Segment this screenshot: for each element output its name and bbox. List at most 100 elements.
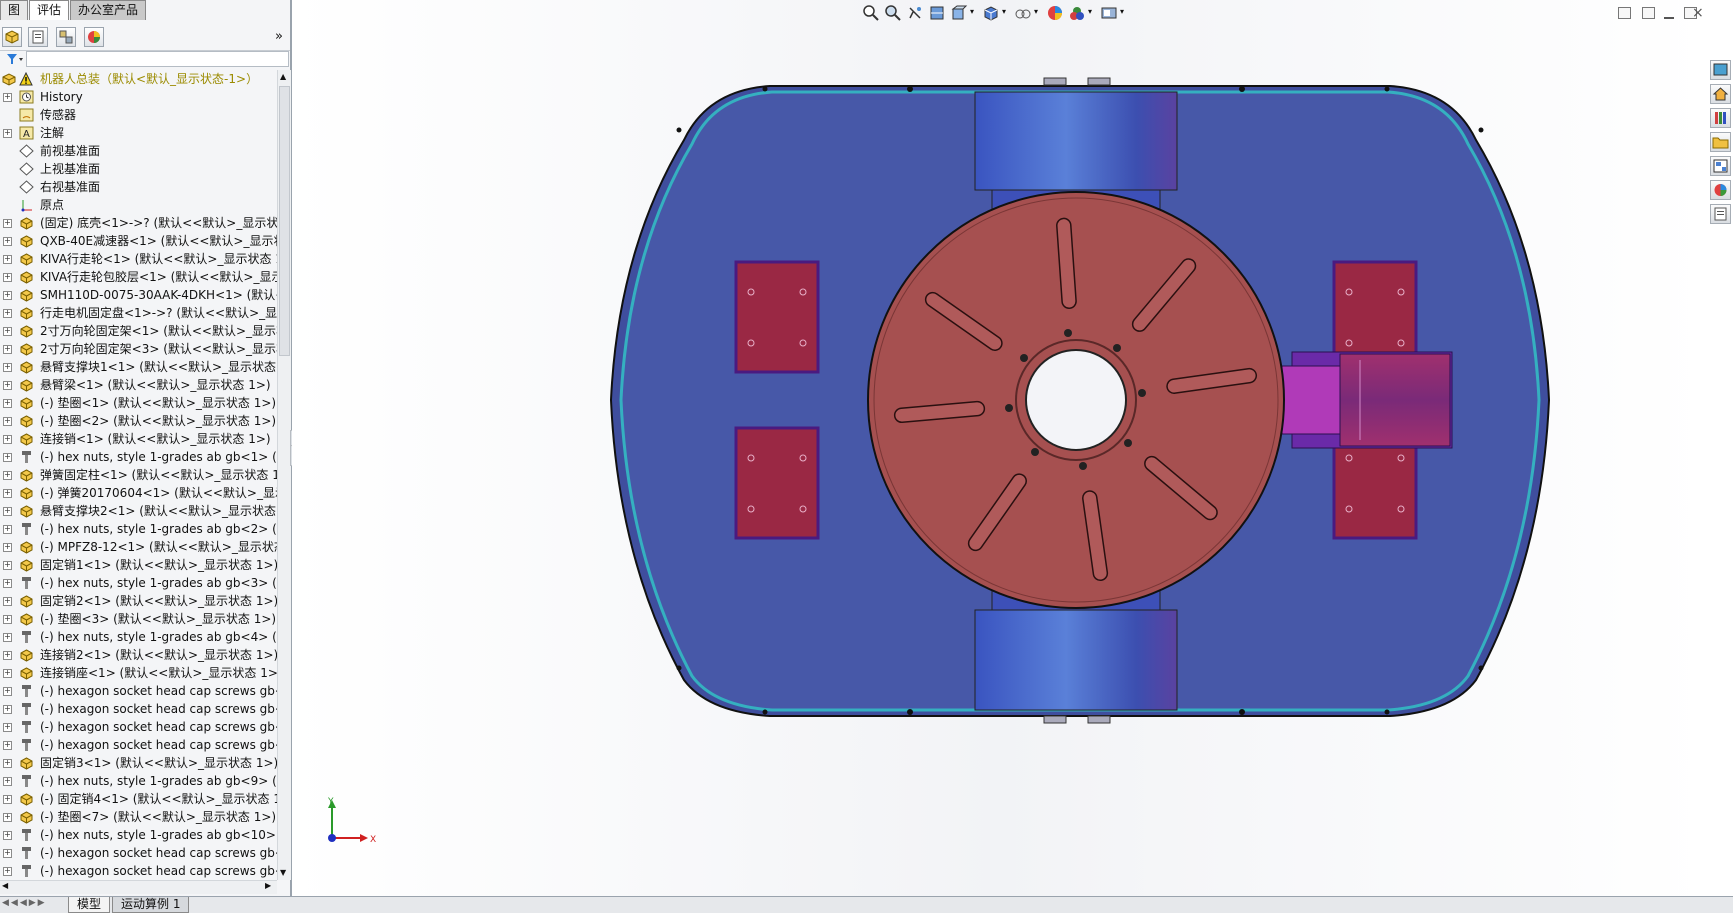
expand-toggle-icon[interactable]: +	[3, 867, 12, 876]
expand-toggle-icon[interactable]: +	[3, 219, 12, 228]
expand-toggle-icon[interactable]: +	[3, 561, 12, 570]
expand-toggle-icon[interactable]: +	[3, 831, 12, 840]
expand-toggle-icon[interactable]: +	[3, 543, 12, 552]
filter-icon[interactable]	[6, 53, 24, 65]
tree-item[interactable]: 传感器	[0, 106, 277, 124]
viewport-tile-icon[interactable]	[1642, 7, 1655, 19]
tree-item[interactable]: + 连接销2<1> (默认<<默认>_显示状态 1>)	[0, 646, 277, 664]
close-icon[interactable]: ×	[1692, 5, 1704, 21]
tree-item[interactable]: +2寸万向轮固定架<1> (默认<<默认>_显示状	[0, 322, 277, 340]
apply-scene-icon[interactable]	[1068, 4, 1086, 22]
minimize-icon[interactable]	[1664, 17, 1674, 19]
expand-toggle-icon[interactable]: +	[3, 633, 12, 642]
task-pane-custom-properties[interactable]	[1710, 204, 1731, 224]
expand-toggle-icon[interactable]: +	[3, 741, 12, 750]
tree-item[interactable]: + (-) hex nuts, style 1-grades ab gb<1> (…	[0, 448, 277, 466]
propertymanager-tab-button[interactable]	[28, 27, 48, 47]
tree-item[interactable]: + 固定销1<1> (默认<<默认>_显示状态 1>)	[0, 556, 277, 574]
expand-toggle-icon[interactable]: +	[3, 813, 12, 822]
expand-toggle-icon[interactable]: +	[3, 759, 12, 768]
tree-item[interactable]: + 弹簧固定柱<1> (默认<<默认>_显示状态 1>	[0, 466, 277, 484]
tree-item[interactable]: + (-) 固定销4<1> (默认<<默认>_显示状态 1>	[0, 790, 277, 808]
expand-toggle-icon[interactable]: +	[3, 615, 12, 624]
expand-toggle-icon[interactable]: +	[3, 705, 12, 714]
tree-item[interactable]: 上视基准面	[0, 160, 277, 178]
scroll-left-icon[interactable]: ◀	[2, 881, 8, 890]
expand-toggle-icon[interactable]: +	[3, 723, 12, 732]
scroll-up-icon[interactable]: ▲	[280, 72, 286, 81]
scroll-down-icon[interactable]: ▼	[280, 868, 286, 877]
section-view-icon[interactable]	[928, 4, 946, 22]
tree-item[interactable]: 原点	[0, 196, 277, 214]
task-pane-home[interactable]	[1710, 84, 1731, 104]
viewport-split-icon[interactable]	[1618, 7, 1631, 19]
display-style-icon[interactable]	[982, 4, 1000, 22]
tree-item[interactable]: + KIVA行走轮包胶层<1> (默认<<默认>_显示	[0, 268, 277, 286]
tab-motion-study-1[interactable]: 运动算例 1	[112, 897, 190, 913]
scroll-right-icon[interactable]: ▶	[265, 881, 271, 890]
apply-scene-dropdown-icon[interactable]: ▾	[1088, 7, 1092, 16]
model-view[interactable]: Y X	[292, 0, 1705, 896]
expand-toggle-icon[interactable]: +	[3, 255, 12, 264]
tree-item[interactable]: + 悬臂梁<1> (默认<<默认>_显示状态 1>)	[0, 376, 277, 394]
expand-toggle-icon[interactable]: +	[3, 291, 12, 300]
expand-toggle-icon[interactable]: +	[3, 435, 12, 444]
expand-chevron-icon[interactable]: »	[275, 29, 283, 44]
tree-item[interactable]: + (-) 垫圈<3> (默认<<默认>_显示状态 1>)	[0, 610, 277, 628]
task-pane-resources[interactable]	[1710, 60, 1731, 80]
tab-evaluate[interactable]: 评估	[29, 0, 70, 20]
tab-navigation-arrows-icon[interactable]: ◀◀◀▶▶	[2, 898, 47, 908]
expand-toggle-icon[interactable]: +	[3, 795, 12, 804]
expand-toggle-icon[interactable]: +	[3, 129, 12, 138]
tree-item[interactable]: 右视基准面	[0, 178, 277, 196]
expand-toggle-icon[interactable]: +	[3, 273, 12, 282]
tree-item[interactable]: + (-) hexagon socket head cap screws gb<	[0, 862, 277, 880]
expand-toggle-icon[interactable]: +	[3, 363, 12, 372]
tree-item[interactable]: + (-) 弹簧20170604<1> (默认<<默认>_显示	[0, 484, 277, 502]
expand-toggle-icon[interactable]: +	[3, 579, 12, 588]
expand-toggle-icon[interactable]: +	[3, 489, 12, 498]
tree-item[interactable]: + (-) hexagon socket head cap screws gb<	[0, 718, 277, 736]
expand-toggle-icon[interactable]: +	[3, 345, 12, 354]
tree-item[interactable]: + 连接销<1> (默认<<默认>_显示状态 1>)	[0, 430, 277, 448]
tree-vertical-scrollbar[interactable]: ▲ ▼	[277, 70, 291, 880]
expand-toggle-icon[interactable]: +	[3, 453, 12, 462]
featuremanager-tab-button[interactable]	[2, 27, 22, 47]
tree-item[interactable]: + 固定销3<1> (默认<<默认>_显示状态 1>)	[0, 754, 277, 772]
graphics-area[interactable]: Y X ▾ ▾ ▾ ▾ ▾ ×	[292, 0, 1705, 896]
tree-item[interactable]: + (-) 垫圈<2> (默认<<默认>_显示状态 1>)	[0, 412, 277, 430]
zoom-to-area-icon[interactable]	[884, 4, 902, 22]
tree-item[interactable]: + (-) hex nuts, style 1-grades ab gb<4> (…	[0, 628, 277, 646]
expand-toggle-icon[interactable]: +	[3, 237, 12, 246]
tree-item[interactable]: + SMH110D-0075-30AAK-4DKH<1> (默认<	[0, 286, 277, 304]
expand-toggle-icon[interactable]: +	[3, 309, 12, 318]
tree-item[interactable]: + (-) hex nuts, style 1-grades ab gb<10> …	[0, 826, 277, 844]
scrollbar-thumb[interactable]	[279, 86, 290, 356]
expand-toggle-icon[interactable]: +	[3, 777, 12, 786]
expand-toggle-icon[interactable]: +	[3, 327, 12, 336]
tree-item[interactable]: + (-) hex nuts, style 1-grades ab gb<9> (…	[0, 772, 277, 790]
tree-item[interactable]: +2寸万向轮固定架<3> (默认<<默认>_显示状	[0, 340, 277, 358]
zoom-to-fit-icon[interactable]	[862, 4, 880, 22]
tree-item[interactable]: + KIVA行走轮<1> (默认<<默认>_显示状态 1	[0, 250, 277, 268]
tree-item[interactable]: + (-) 垫圈<1> (默认<<默认>_显示状态 1>)	[0, 394, 277, 412]
tree-item[interactable]: + (-) 垫圈<7> (默认<<默认>_显示状态 1>)	[0, 808, 277, 826]
tree-item[interactable]: + A 注解	[0, 124, 277, 142]
expand-toggle-icon[interactable]: +	[3, 507, 12, 516]
previous-view-icon[interactable]	[906, 4, 924, 22]
expand-toggle-icon[interactable]: +	[3, 399, 12, 408]
display-style-dropdown-icon[interactable]: ▾	[1002, 7, 1006, 16]
tree-item[interactable]: + (-) MPFZ8-12<1> (默认<<默认>_显示状态	[0, 538, 277, 556]
tree-item[interactable]: + (-) hexagon socket head cap screws gb<	[0, 700, 277, 718]
tree-item[interactable]: + (-) hex nuts, style 1-grades ab gb<2> (…	[0, 520, 277, 538]
expand-toggle-icon[interactable]: +	[3, 93, 12, 102]
tree-item[interactable]: + 固定销2<1> (默认<<默认>_显示状态 1>)	[0, 592, 277, 610]
expand-toggle-icon[interactable]: +	[3, 381, 12, 390]
tree-item[interactable]: + 连接销座<1> (默认<<默认>_显示状态 1>)	[0, 664, 277, 682]
tree-item[interactable]: + 行走电机固定盘<1>->? (默认<<默认>_显示	[0, 304, 277, 322]
expand-toggle-icon[interactable]: +	[3, 597, 12, 606]
hide-show-items-icon[interactable]	[1014, 4, 1032, 22]
tree-horizontal-scrollbar[interactable]: ◀ ▶	[0, 880, 277, 894]
tree-root-assembly[interactable]: 机器人总装（默认<默认_显示状态-1>）	[0, 70, 277, 88]
view-orientation-dropdown-icon[interactable]: ▾	[970, 7, 974, 16]
